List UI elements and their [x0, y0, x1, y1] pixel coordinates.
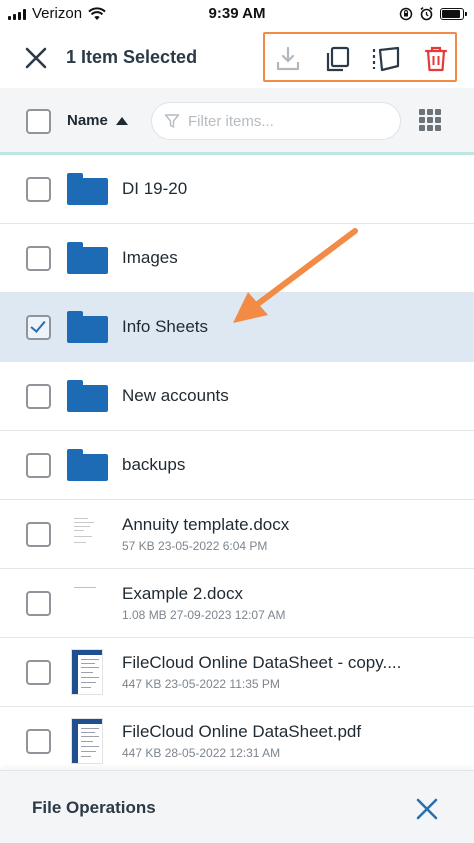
sort-ascending-icon	[115, 116, 128, 125]
list-item[interactable]: FileCloud Online DataSheet - copy.... 44…	[0, 638, 474, 707]
item-name: Annuity template.docx	[122, 515, 290, 534]
sort-by-name-button[interactable]: Name	[67, 112, 128, 129]
file-operations-sheet: File Operations	[0, 770, 474, 843]
orientation-lock-icon	[399, 7, 413, 20]
move-icon	[372, 46, 400, 72]
filter-icon	[164, 114, 180, 128]
item-name: backups	[122, 455, 186, 474]
folder-icon	[67, 311, 108, 343]
item-name: DI 19-20	[122, 179, 188, 198]
item-name: Example 2.docx	[122, 584, 243, 603]
item-checkbox-checked[interactable]	[26, 315, 51, 340]
item-meta: 57 KB 23-05-2022 6:04 PM	[122, 539, 268, 553]
item-name: FileCloud Online DataSheet.pdf	[122, 722, 362, 741]
item-checkbox[interactable]	[26, 660, 51, 685]
list-item-selected[interactable]: Info Sheets	[0, 293, 474, 362]
item-meta: 1.08 MB 27-09-2023 12:07 AM	[122, 608, 286, 622]
file-operations-title[interactable]: File Operations	[32, 798, 156, 818]
folder-icon	[67, 173, 108, 205]
alarm-icon	[420, 7, 433, 21]
close-selection-icon[interactable]	[22, 44, 50, 72]
item-checkbox[interactable]	[26, 384, 51, 409]
folder-icon	[67, 380, 108, 412]
sort-label: Name	[67, 112, 108, 129]
checkmark-icon	[30, 317, 46, 333]
status-bar: Verizon 9:39 AM	[0, 0, 474, 28]
copy-button[interactable]	[322, 44, 352, 74]
list-item[interactable]: DI 19-20	[0, 155, 474, 224]
document-thumbnail-icon	[71, 512, 103, 556]
item-checkbox[interactable]	[26, 591, 51, 616]
copy-icon	[326, 46, 350, 72]
delete-button[interactable]	[421, 44, 451, 74]
list-header-bar: Name	[0, 88, 474, 154]
move-button[interactable]	[371, 44, 401, 74]
close-sheet-icon[interactable]	[414, 796, 440, 822]
filter-input[interactable]	[188, 112, 388, 130]
item-meta: 447 KB 23-05-2022 11:35 PM	[122, 677, 280, 691]
download-icon	[276, 46, 300, 71]
item-checkbox[interactable]	[26, 246, 51, 271]
list-item[interactable]: Images	[0, 224, 474, 293]
list-item[interactable]: Annuity template.docx 57 KB 23-05-2022 6…	[0, 500, 474, 569]
battery-icon	[440, 7, 467, 20]
item-meta: 447 KB 28-05-2022 12:31 AM	[122, 746, 281, 760]
item-name: Info Sheets	[122, 317, 209, 336]
item-checkbox[interactable]	[26, 522, 51, 547]
grid-view-icon[interactable]	[419, 109, 445, 133]
item-name: Images	[122, 248, 178, 267]
item-name: New accounts	[122, 386, 229, 405]
select-all-checkbox[interactable]	[26, 109, 51, 134]
selection-header: 1 Item Selected	[0, 28, 474, 88]
trash-icon	[424, 46, 448, 72]
folder-icon	[67, 449, 108, 481]
item-checkbox[interactable]	[26, 453, 51, 478]
filter-field[interactable]	[151, 102, 401, 140]
item-checkbox[interactable]	[26, 729, 51, 754]
selection-toolbar	[263, 32, 457, 82]
pdf-thumbnail-icon	[71, 718, 103, 764]
pdf-thumbnail-icon	[71, 649, 103, 695]
list-item[interactable]: backups	[0, 431, 474, 500]
selection-count-title: 1 Item Selected	[66, 47, 198, 67]
status-right	[399, 6, 467, 21]
list-item[interactable]: New accounts	[0, 362, 474, 431]
download-button[interactable]	[273, 44, 303, 74]
folder-icon	[67, 242, 108, 274]
list-item[interactable]: FileCloud Online DataSheet.pdf 447 KB 28…	[0, 707, 474, 776]
list-item[interactable]: Example 2.docx 1.08 MB 27-09-2023 12:07 …	[0, 569, 474, 638]
document-thumbnail-icon	[71, 581, 103, 625]
item-checkbox[interactable]	[26, 177, 51, 202]
file-list: DI 19-20 Images Info Sheets New accounts…	[0, 155, 474, 776]
item-name: FileCloud Online DataSheet - copy....	[122, 653, 402, 672]
